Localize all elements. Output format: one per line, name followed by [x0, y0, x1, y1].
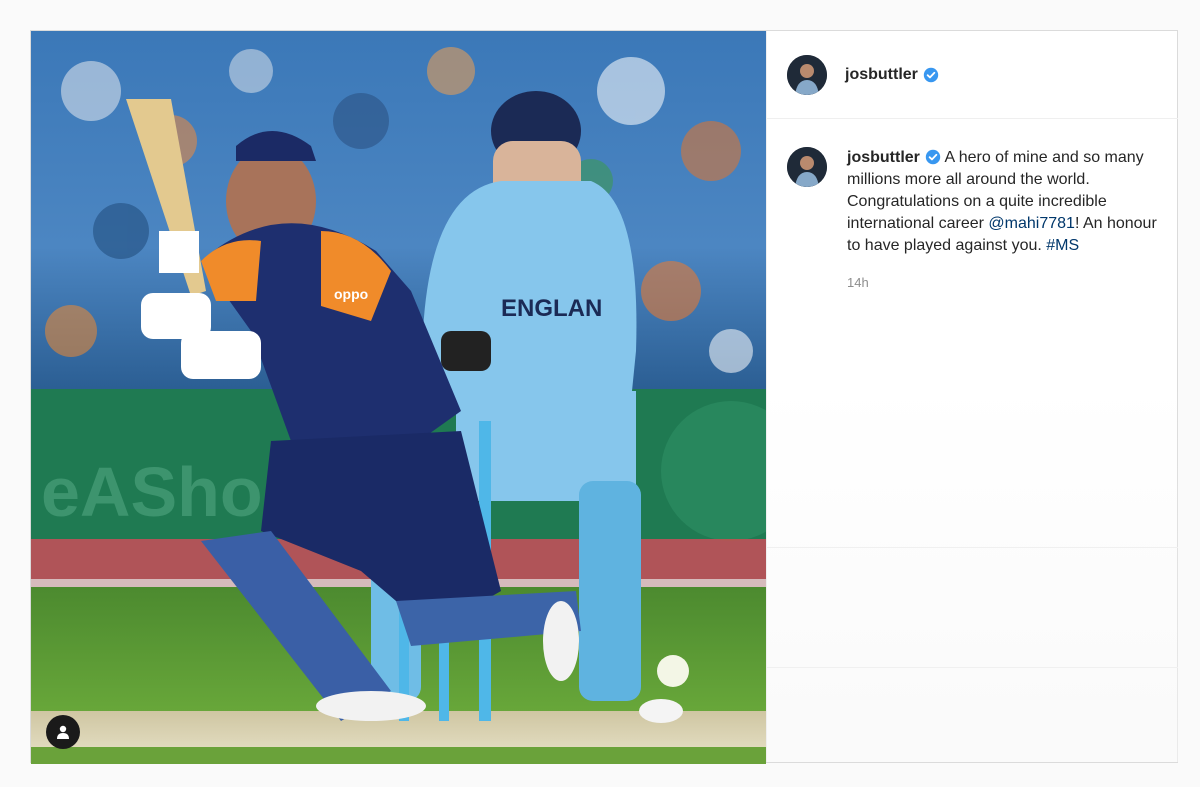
svg-text:ENGLAN: ENGLAN — [501, 295, 602, 322]
avatar-image — [787, 54, 827, 95]
cricket-photo: eAShor ENGLAN oppo — [31, 31, 766, 764]
caption-username[interactable]: josbuttler — [847, 149, 920, 166]
caption-avatar[interactable] — [787, 147, 827, 187]
post-header: josbuttler — [767, 31, 1178, 119]
cricket-ball — [657, 655, 689, 687]
blurred-comments-area — [767, 382, 1178, 762]
post-side-panel: josbuttler josbuttler A hero of mine and… — [766, 31, 1178, 762]
author-username[interactable]: josbuttler — [845, 66, 918, 84]
verified-badge-icon — [923, 67, 939, 82]
caption-text: josbuttler A hero of mine and so many mi… — [847, 147, 1158, 257]
divider — [767, 667, 1178, 668]
caption-comment: josbuttler A hero of mine and so many mi… — [767, 119, 1178, 290]
verified-badge-icon — [925, 149, 941, 165]
tag-user-button[interactable] — [46, 715, 80, 749]
caption-mention-link[interactable]: @mahi7781 — [988, 215, 1075, 232]
post-image[interactable]: eAShor ENGLAN oppo — [31, 31, 766, 764]
caption-hashtag-link[interactable]: #MS — [1046, 237, 1079, 254]
caption-block: josbuttler A hero of mine and so many mi… — [847, 147, 1158, 290]
divider — [767, 547, 1178, 548]
svg-text:eAShor: eAShor — [41, 453, 290, 531]
svg-text:oppo: oppo — [334, 286, 368, 302]
author-avatar[interactable] — [787, 54, 827, 95]
avatar-image — [787, 147, 827, 187]
post-timestamp[interactable]: 14h — [847, 275, 1158, 290]
user-tag-icon — [57, 725, 69, 739]
instagram-post: eAShor ENGLAN oppo josbuttler josbuttler… — [30, 30, 1178, 764]
